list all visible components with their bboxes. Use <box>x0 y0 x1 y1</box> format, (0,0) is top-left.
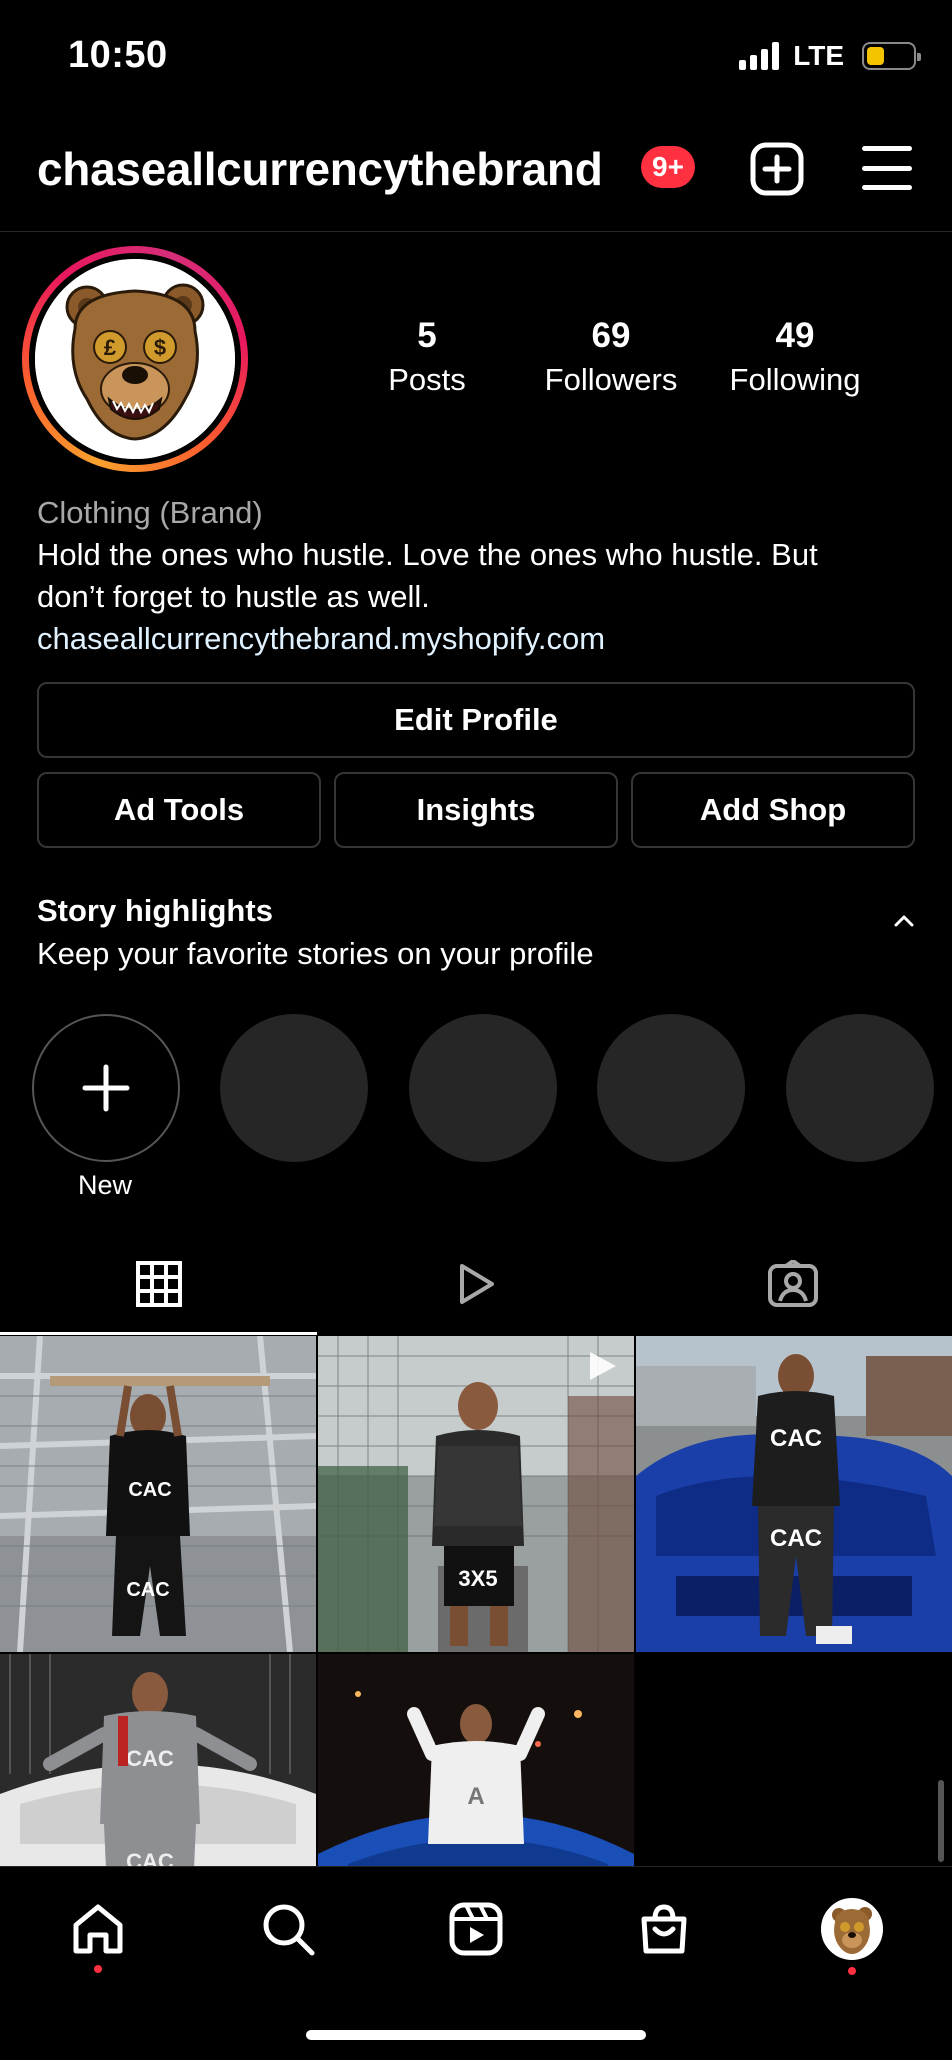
username-title[interactable]: chaseallcurrencythebrand <box>37 142 603 196</box>
scroll-indicator <box>938 1780 944 1862</box>
new-highlight-button[interactable] <box>32 1014 180 1162</box>
network-type: LTE <box>793 40 844 71</box>
shop-bag-icon <box>641 1904 687 1954</box>
svg-text:CAC: CAC <box>770 1525 822 1552</box>
status-indicators: LTE <box>739 40 921 72</box>
bear-logo-icon: £ $ <box>35 259 235 459</box>
post-tile[interactable]: A <box>318 1654 634 1866</box>
svg-text:CAC: CAC <box>126 1849 174 1866</box>
posts-label: Posts <box>388 362 466 397</box>
profile-avatar-icon <box>821 1898 883 1960</box>
highlight-placeholder <box>220 1014 368 1162</box>
svg-text:$: $ <box>154 335 166 360</box>
menu-button[interactable] <box>862 146 912 190</box>
status-bar: 10:50 LTE <box>0 0 952 116</box>
profile-activity-dot <box>848 1967 856 1975</box>
posts-count: 5 <box>417 316 437 355</box>
plus-square-icon <box>750 142 804 196</box>
highlight-placeholder <box>409 1014 557 1162</box>
search-icon <box>263 1904 315 1956</box>
new-highlight-label: New <box>77 1170 132 1200</box>
plus-icon <box>82 1064 130 1112</box>
post-tile[interactable]: CAC CAC <box>636 1336 952 1652</box>
grid-icon <box>135 1261 182 1307</box>
following-label: Following <box>729 362 861 397</box>
reels-icon <box>449 1902 503 1956</box>
create-post-button[interactable] <box>750 142 804 196</box>
insights-button[interactable]: Insights <box>334 772 618 848</box>
nav-reels[interactable] <box>444 1897 508 1961</box>
status-time: 10:50 <box>68 34 168 76</box>
home-activity-dot <box>94 1965 102 1973</box>
home-icon <box>73 1904 123 1954</box>
svg-text:CAC: CAC <box>770 1425 822 1452</box>
bio-text-line2: don’t forget to hustle as well. <box>37 579 430 614</box>
post-tile[interactable]: CAC CAC <box>0 1336 316 1652</box>
highlights-subtitle: Keep your favorite stories on your profi… <box>37 936 594 971</box>
battery-icon <box>862 42 921 70</box>
highlight-placeholder <box>597 1014 745 1162</box>
notification-badge[interactable]: 9+ <box>641 146 695 188</box>
followers-label: Followers <box>544 362 678 397</box>
highlight-placeholder <box>786 1014 934 1162</box>
profile-avatar[interactable]: £ $ <box>22 246 248 472</box>
nav-profile[interactable] <box>820 1897 884 1961</box>
tab-reels[interactable] <box>317 1232 634 1336</box>
tab-posts-grid[interactable] <box>0 1232 317 1336</box>
nav-search[interactable] <box>256 1897 320 1961</box>
bio-category: Clothing (Brand) <box>37 495 263 530</box>
profile-tabs <box>0 1232 952 1336</box>
nav-home[interactable] <box>66 1897 130 1961</box>
svg-text:CAC: CAC <box>128 1479 171 1501</box>
signal-icon <box>739 42 780 70</box>
ad-tools-button[interactable]: Ad Tools <box>37 772 321 848</box>
post-tile-reel[interactable]: 3X5 <box>318 1336 634 1652</box>
post-tile[interactable]: CAC CAC <box>0 1654 316 1866</box>
followers-count: 69 <box>591 316 631 355</box>
bio-text-line1: Hold the ones who hustle. Love the ones … <box>37 537 818 572</box>
profile-header: chaseallcurrencythebrand 9+ <box>0 116 952 232</box>
edit-profile-button[interactable]: Edit Profile <box>37 682 915 758</box>
following-count: 49 <box>775 316 815 355</box>
followers-stat[interactable]: 69 Followers <box>521 316 701 398</box>
highlights-title: Story highlights <box>37 893 273 928</box>
active-tab-indicator <box>0 1332 317 1335</box>
svg-text:CAC: CAC <box>126 1746 174 1771</box>
posts-grid: CAC CAC 3X5 CAC CAC CAC CAC A <box>0 1336 952 1866</box>
tab-tagged[interactable] <box>634 1232 951 1336</box>
tagged-person-icon <box>767 1260 818 1307</box>
bio-link[interactable]: chaseallcurrencythebrand.myshopify.com <box>37 618 917 660</box>
home-indicator <box>306 2030 646 2040</box>
svg-text:£: £ <box>104 335 117 360</box>
add-shop-button[interactable]: Add Shop <box>631 772 915 848</box>
hamburger-icon <box>862 146 912 151</box>
posts-stat[interactable]: 5 Posts <box>337 316 517 398</box>
svg-text:A: A <box>467 1783 484 1810</box>
nav-shop[interactable] <box>632 1897 696 1961</box>
following-stat[interactable]: 49 Following <box>705 316 885 398</box>
reels-play-icon <box>459 1264 494 1304</box>
chevron-up-icon[interactable] <box>893 910 915 932</box>
svg-text:CAC: CAC <box>126 1579 169 1601</box>
svg-text:3X5: 3X5 <box>458 1566 497 1591</box>
profile-bio: Clothing (Brand) Hold the ones who hustl… <box>37 492 917 660</box>
